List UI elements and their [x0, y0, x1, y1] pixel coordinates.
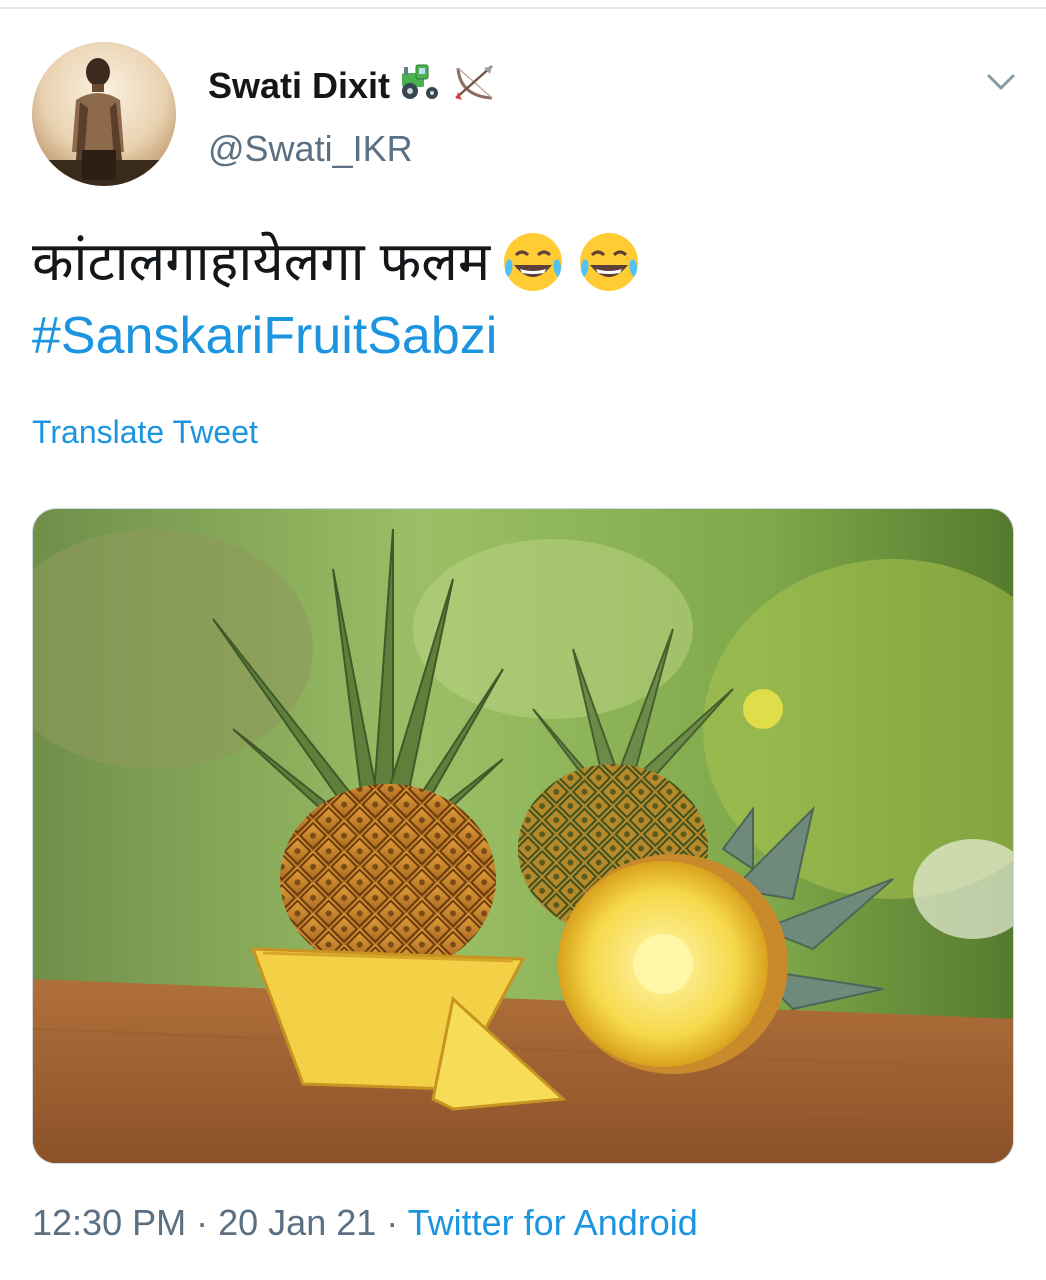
- user-name-text: Swati Dixit: [208, 64, 391, 106]
- user-handle[interactable]: @Swati_IKR: [208, 128, 413, 170]
- tweet-footer: 12:30 PM · 20 Jan 21 · Twitter for Andro…: [32, 1202, 698, 1244]
- tweet-text: कांटालगाहायेलगा फलम: [32, 222, 642, 302]
- tweet-media[interactable]: [32, 508, 1014, 1164]
- tweet-date[interactable]: 20 Jan 21: [218, 1202, 376, 1243]
- tweet-text-content: कांटालगाहायेलगा फलम: [32, 232, 491, 292]
- avatar[interactable]: [32, 42, 176, 186]
- bow-and-arrow-emoji-icon: [452, 60, 498, 111]
- tweet-source-link[interactable]: Twitter for Android: [408, 1202, 698, 1243]
- tweet-menu-button[interactable]: [978, 62, 1024, 102]
- chevron-down-icon: [987, 74, 1015, 90]
- face-with-tears-of-joy-icon: [500, 229, 566, 295]
- tweet-time[interactable]: 12:30 PM: [32, 1202, 186, 1243]
- face-with-tears-of-joy-icon: [576, 229, 642, 295]
- translate-tweet-link[interactable]: Translate Tweet: [32, 414, 258, 451]
- user-name[interactable]: Swati Dixit: [208, 60, 498, 111]
- separator: ·: [386, 1202, 399, 1243]
- hashtag-link[interactable]: #SanskariFruitSabzi: [32, 306, 497, 366]
- tractor-emoji-icon: [398, 61, 444, 110]
- separator: ·: [196, 1202, 209, 1243]
- top-divider: [0, 7, 1046, 9]
- avatar-photo: [32, 42, 176, 186]
- pineapple-photo: [33, 509, 1013, 1163]
